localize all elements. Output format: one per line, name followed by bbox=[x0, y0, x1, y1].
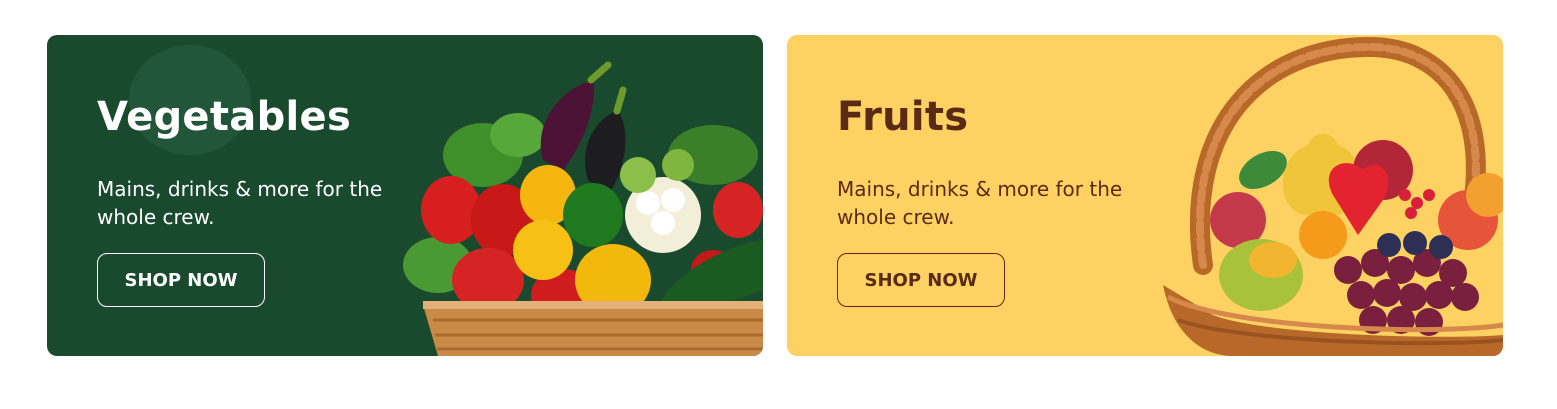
banner-description: Mains, drinks & more for the whole crew. bbox=[97, 177, 383, 229]
shop-now-button[interactable]: SHOP NOW bbox=[837, 253, 1005, 307]
fruit-basket-icon bbox=[1163, 36, 1503, 356]
vegetables-banner[interactable]: Vegetables Mains, drinks & more for the … bbox=[47, 35, 763, 356]
promo-banners: Vegetables Mains, drinks & more for the … bbox=[0, 0, 1557, 409]
banner-title: Vegetables bbox=[97, 94, 352, 140]
banner-description: Mains, drinks & more for the whole crew. bbox=[837, 177, 1123, 229]
vegetable-basket-icon bbox=[403, 61, 763, 356]
banner-title: Fruits bbox=[837, 94, 969, 140]
fruits-banner[interactable]: Fruits Mains, drinks & more for the whol… bbox=[787, 35, 1503, 356]
shop-now-button[interactable]: SHOP NOW bbox=[97, 253, 265, 307]
